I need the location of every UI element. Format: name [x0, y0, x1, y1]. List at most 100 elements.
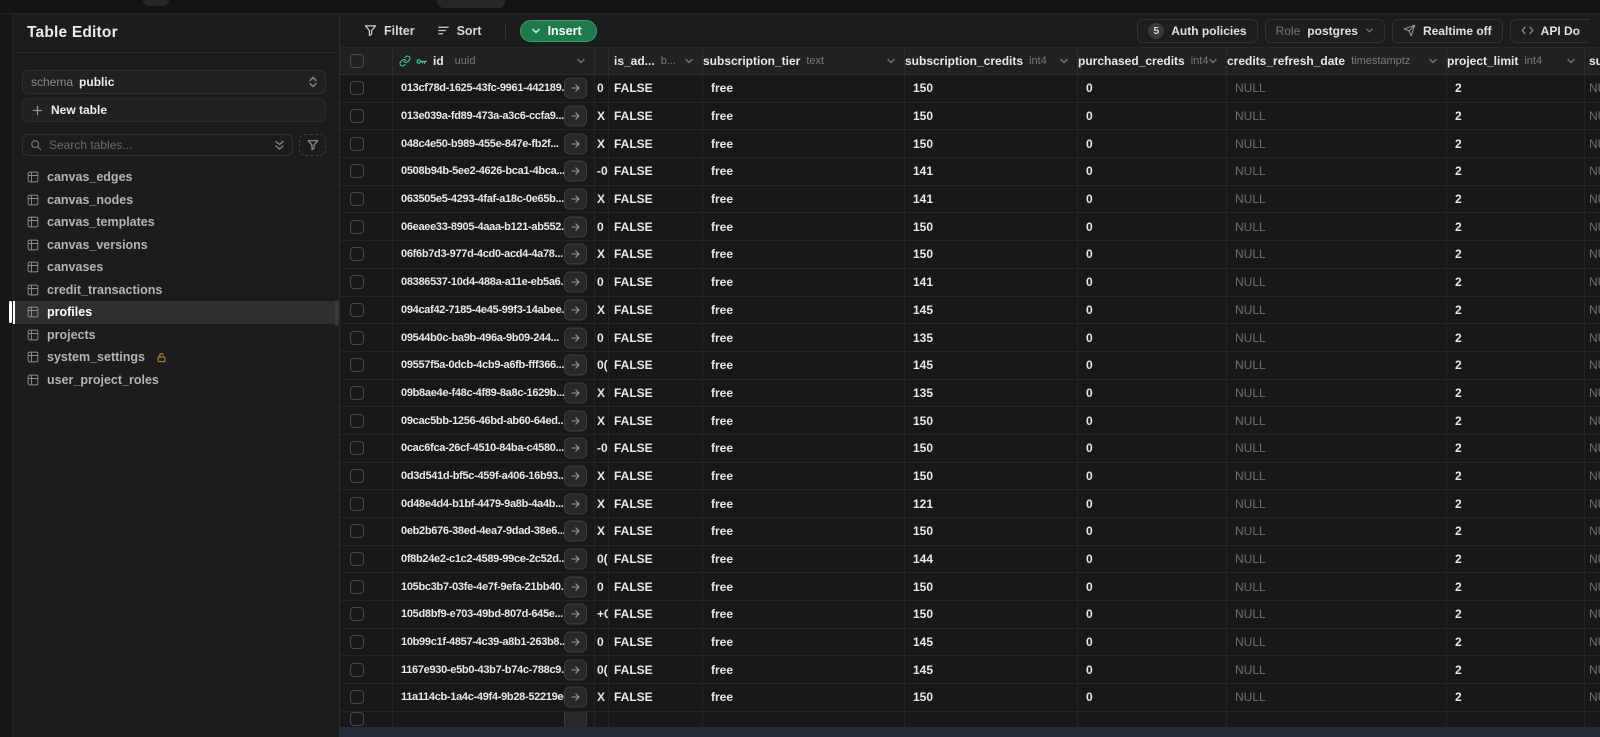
is-admin-cell[interactable]: FALSE: [609, 545, 703, 573]
expand-row-button[interactable]: [564, 465, 587, 487]
clipped-cell[interactable]: 0: [595, 573, 609, 601]
row-checkbox[interactable]: [350, 441, 364, 456]
credits-refresh-date-cell[interactable]: NULL: [1227, 490, 1447, 517]
subscription-credits-cell[interactable]: 150: [905, 518, 1078, 545]
credits-refresh-date-cell[interactable]: NULL: [1227, 601, 1447, 628]
sort-button[interactable]: Sort: [428, 19, 491, 43]
purchased-credits-cell[interactable]: 0: [1078, 545, 1227, 573]
subscription-credits-cell[interactable]: 150: [905, 684, 1078, 711]
expand-row-button[interactable]: [564, 631, 587, 653]
credits-refresh-date-cell[interactable]: NULL: [1227, 241, 1447, 268]
id-cell[interactable]: 0d48e4d4-b1bf-4479-9a8b-4a4b...: [393, 490, 595, 517]
table-row[interactable]: 10b99c1f-4857-4c39-a8b1-263b8... 0 FALSE: [340, 628, 1600, 657]
project-limit-cell[interactable]: 2: [1447, 130, 1585, 158]
is-admin-cell[interactable]: FALSE: [609, 75, 703, 102]
row-checkbox[interactable]: [350, 81, 364, 96]
subscription-tier-cell[interactable]: free: [703, 75, 905, 102]
clipped-right-cell[interactable]: NULL: [1585, 463, 1600, 490]
id-cell[interactable]: 0eb2b676-38ed-4ea7-9dad-38e6...: [393, 518, 595, 545]
clipped-right-cell[interactable]: NULL: [1585, 407, 1600, 434]
project-limit-cell[interactable]: 2: [1447, 407, 1585, 434]
row-checkbox[interactable]: [350, 468, 364, 483]
sidebar-table-item[interactable]: credit_transactions: [13, 279, 339, 302]
row-checkbox[interactable]: [350, 496, 364, 511]
is-admin-cell[interactable]: FALSE: [609, 462, 703, 490]
purchased-credits-cell[interactable]: 0: [1078, 241, 1227, 268]
clipped-cell[interactable]: 0(: [595, 545, 609, 573]
purchased-credits-cell[interactable]: 0: [1078, 130, 1227, 158]
project-limit-cell[interactable]: 2: [1447, 545, 1585, 573]
subscription-credits-cell[interactable]: 121: [905, 490, 1078, 517]
subscription-credits-cell[interactable]: 135: [905, 324, 1078, 351]
table-row[interactable]: 048c4e50-b989-455e-847e-fb2f... X FALSE: [340, 130, 1600, 159]
clipped-cell[interactable]: -0: [595, 158, 609, 185]
column-header-project-limit[interactable]: project_limit int4: [1447, 48, 1585, 74]
credits-refresh-date-cell[interactable]: NULL: [1227, 545, 1447, 573]
credits-refresh-date-cell[interactable]: NULL: [1227, 656, 1447, 684]
is-admin-cell[interactable]: FALSE: [609, 130, 703, 158]
table-row[interactable]: 0eb2b676-38ed-4ea7-9dad-38e6... X FALSE: [340, 518, 1600, 546]
sidebar-table-item[interactable]: canvas_nodes: [13, 189, 339, 212]
project-limit-cell[interactable]: 2: [1447, 379, 1585, 407]
project-limit-cell[interactable]: 2: [1447, 490, 1585, 517]
id-cell[interactable]: 0f8b24e2-c1c2-4589-99ce-2c52d...: [393, 545, 595, 573]
clipped-cell[interactable]: -0: [595, 434, 609, 462]
clipped-cell[interactable]: X: [595, 241, 609, 268]
project-limit-cell[interactable]: 2: [1447, 462, 1585, 490]
column-header-credits-refresh-date[interactable]: credits_refresh_date timestamptz: [1227, 48, 1447, 74]
table-row[interactable]: 0cac6fca-26cf-4510-84ba-c4580... -0 FALS…: [340, 434, 1600, 463]
clipped-cell[interactable]: X: [595, 296, 609, 324]
table-list-filter-button[interactable]: [299, 134, 326, 156]
table-row[interactable]: 0f8b24e2-c1c2-4589-99ce-2c52d... 0( FALS…: [340, 545, 1600, 574]
subscription-credits-cell[interactable]: 150: [905, 573, 1078, 601]
table-row[interactable]: 09557f5a-0dcb-4cb9-a6fb-fff366... 0( FAL…: [340, 351, 1600, 380]
clipped-right-cell[interactable]: NULL: [1585, 380, 1600, 407]
column-header-purchased-credits[interactable]: purchased_credits int4: [1078, 48, 1227, 74]
id-cell[interactable]: 10b99c1f-4857-4c39-a8b1-263b8...: [393, 628, 595, 656]
purchased-credits-cell[interactable]: 0: [1078, 379, 1227, 407]
insert-button[interactable]: Insert: [519, 19, 597, 42]
purchased-credits-cell[interactable]: 0: [1078, 434, 1227, 462]
purchased-credits-cell[interactable]: 0: [1078, 628, 1227, 656]
table-row[interactable]: 013cf78d-1625-43fc-9961-442189... 0 FALS…: [340, 75, 1600, 103]
expand-row-button[interactable]: [564, 686, 587, 708]
clipped-cell[interactable]: X: [595, 407, 609, 434]
chevron-down-icon[interactable]: [684, 56, 694, 66]
table-row[interactable]: 0508b94b-5ee2-4626-bca1-4bca... -0 FALSE: [340, 158, 1600, 186]
credits-refresh-date-cell[interactable]: NULL: [1227, 518, 1447, 545]
id-cell[interactable]: 013e039a-fd89-473a-a3c6-ccfa9...: [393, 102, 595, 130]
id-cell[interactable]: 094caf42-7185-4e45-99f3-14abee...: [393, 296, 595, 324]
expand-row-button[interactable]: [564, 603, 587, 625]
id-cell[interactable]: 063505e5-4293-4faf-a18c-0e65b...: [393, 185, 595, 213]
purchased-credits-cell[interactable]: 0: [1078, 462, 1227, 490]
sidebar-table-item[interactable]: canvas_edges: [13, 166, 339, 189]
expand-row-button[interactable]: [564, 576, 587, 598]
project-limit-cell[interactable]: 2: [1447, 185, 1585, 213]
id-cell[interactable]: 09544b0c-ba9b-496a-9b09-244...: [393, 324, 595, 351]
clipped-cell[interactable]: X: [595, 102, 609, 130]
project-limit-cell[interactable]: 2: [1447, 573, 1585, 601]
project-limit-cell[interactable]: 2: [1447, 213, 1585, 241]
search-tables-input[interactable]: Search tables...: [22, 134, 293, 156]
api-docs-button[interactable]: API Do: [1509, 18, 1590, 43]
table-row[interactable]: 08386537-10d4-488a-a11e-eb5a6... 0 FALSE: [340, 268, 1600, 297]
project-limit-cell[interactable]: 2: [1447, 296, 1585, 324]
expand-row-button[interactable]: [564, 77, 587, 99]
chevron-down-icon[interactable]: [1428, 56, 1438, 66]
credits-refresh-date-cell[interactable]: NULL: [1227, 684, 1447, 711]
subscription-tier-cell[interactable]: free: [703, 434, 905, 462]
expand-row-button[interactable]: [564, 160, 587, 182]
is-admin-cell[interactable]: FALSE: [609, 158, 703, 185]
table-row[interactable]: 11a114cb-1a4c-49f4-9b28-52219ec... X FAL…: [340, 684, 1600, 712]
subscription-credits-cell[interactable]: 144: [905, 545, 1078, 573]
clipped-cell[interactable]: X: [595, 130, 609, 158]
row-checkbox[interactable]: [350, 275, 364, 290]
id-cell[interactable]: 08386537-10d4-488a-a11e-eb5a6...: [393, 268, 595, 296]
row-checkbox[interactable]: [350, 635, 364, 650]
subscription-tier-cell[interactable]: free: [703, 656, 905, 684]
subscription-tier-cell[interactable]: free: [703, 324, 905, 351]
purchased-credits-cell[interactable]: 0: [1078, 351, 1227, 379]
column-header-subscription-tier[interactable]: subscription_tier text: [703, 48, 905, 74]
id-cell[interactable]: 105bc3b7-03fe-4e7f-9efa-21bb40...: [393, 573, 595, 601]
credits-refresh-date-cell[interactable]: NULL: [1227, 407, 1447, 434]
